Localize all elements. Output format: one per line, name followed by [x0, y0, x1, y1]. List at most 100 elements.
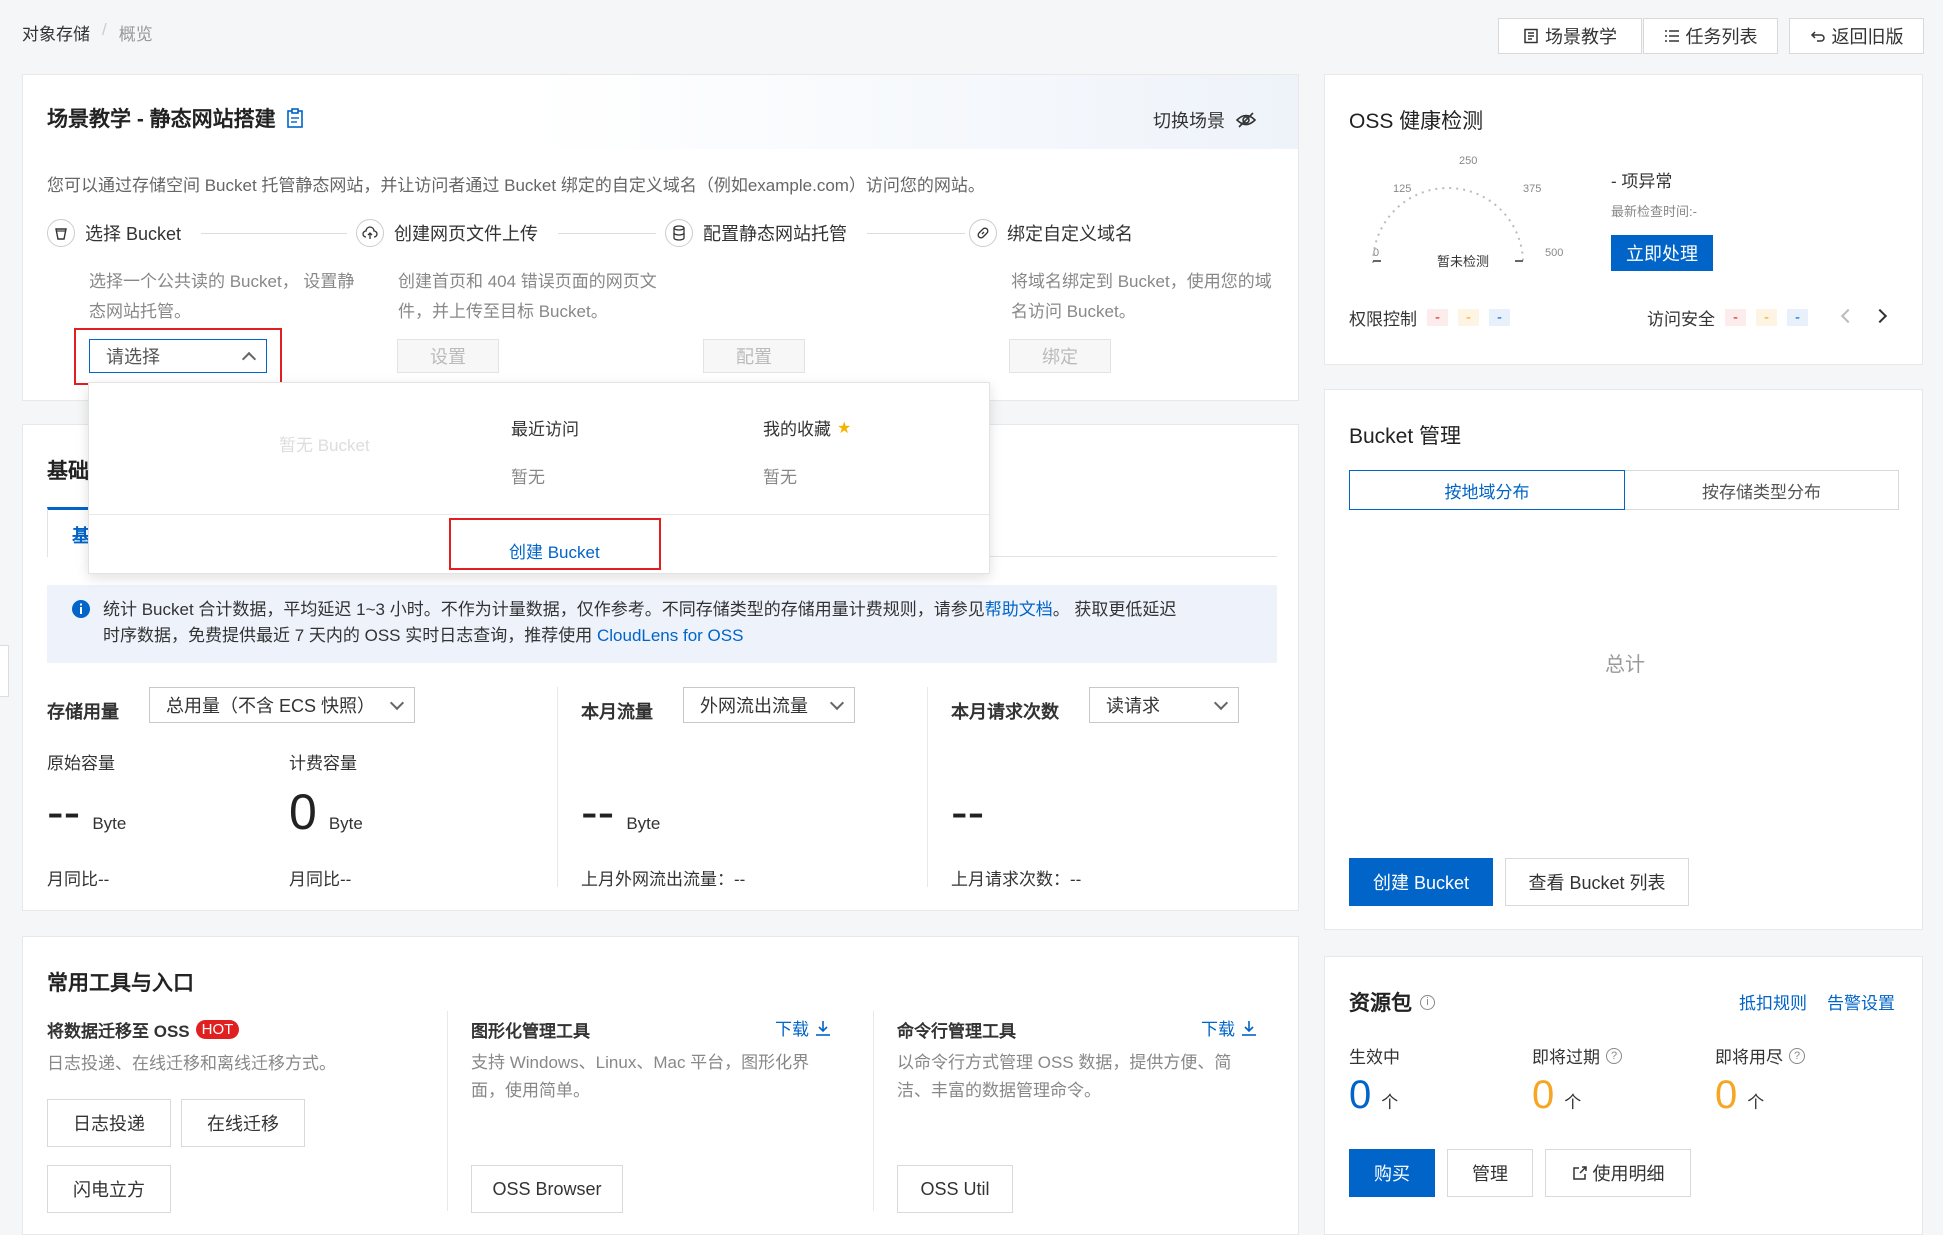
chevron-down-icon [829, 695, 845, 711]
step-2: 创建网页文件上传 创建首页和 404 错误页面的网页文件，并上传至目标 Buck… [356, 219, 657, 327]
help-icon[interactable]: ? [1606, 1047, 1622, 1064]
create-bucket-button[interactable]: 创建 Bucket [1349, 858, 1493, 906]
external-link-icon [1572, 1165, 1587, 1180]
step-4: 绑定自定义域名 将域名绑定到 Bucket，使用您的域名访问 Bucket。 [969, 219, 1289, 327]
abnormal-count: - 项异常 [1611, 172, 1673, 191]
view-bucket-list-button[interactable]: 查看 Bucket 列表 [1505, 858, 1689, 906]
tutorial-button[interactable]: 场景教学 [1498, 18, 1642, 54]
switch-scene-button[interactable]: 切换场景 [1153, 107, 1257, 133]
divider [447, 1011, 448, 1211]
tab-by-region-label: 按地域分布 [1444, 482, 1530, 502]
step-3-title: 配置静态网站托管 [703, 224, 847, 244]
chevron-down-icon [389, 695, 405, 711]
document-icon [1524, 28, 1538, 44]
dropdown-create-bucket-link[interactable]: 创建 Bucket [509, 538, 600, 563]
oss-browser-button[interactable]: OSS Browser [471, 1165, 623, 1213]
back-old-version-button[interactable]: 返回旧版 [1789, 18, 1924, 54]
exhausting-value: 0 个 [1715, 1073, 1764, 1118]
gui-download-link[interactable]: 下载 [775, 1015, 831, 1040]
prev-arrow-icon[interactable] [1840, 308, 1856, 324]
scene-description: 您可以通过存储空间 Bucket 托管静态网站，并让访问者通过 Bucket 绑… [47, 176, 985, 195]
cloudlens-link[interactable]: CloudLens for OSS [597, 626, 743, 645]
back-old-version-label: 返回旧版 [1831, 27, 1904, 47]
deduct-rules-link[interactable]: 抵扣规则 [1739, 989, 1807, 1014]
manage-label: 管理 [1472, 1164, 1508, 1184]
chevron-up-icon [241, 351, 257, 367]
eye-off-icon [1235, 112, 1257, 128]
fix-now-button[interactable]: 立即处理 [1611, 235, 1713, 271]
help-doc-link[interactable]: 帮助文档 [985, 600, 1053, 619]
download-icon [1242, 1020, 1256, 1036]
permission-label: 权限控制 [1349, 310, 1417, 329]
requests-select[interactable]: 读请求 [1089, 687, 1239, 723]
switch-scene-label: 切换场景 [1153, 111, 1225, 131]
step-4-desc: 将域名绑定到 Bucket，使用您的域名访问 Bucket。 [1011, 272, 1272, 321]
log-delivery-button[interactable]: 日志投递 [47, 1099, 171, 1147]
cli-desc-line1: 以命令行方式管理 OSS 数据，提供方便、简 [897, 1053, 1232, 1072]
traffic-unit: Byte [626, 814, 661, 833]
alert-settings-link[interactable]: 告警设置 [1827, 989, 1895, 1014]
divider [557, 687, 558, 887]
setup-button[interactable]: 设置 [397, 339, 499, 373]
configure-button[interactable]: 配置 [703, 339, 805, 373]
task-list-label: 任务列表 [1685, 27, 1758, 47]
help-icon[interactable]: ? [1789, 1047, 1805, 1064]
tab-by-storage-type[interactable]: 按存储类型分布 [1625, 470, 1899, 510]
step-2-title: 创建网页文件上传 [394, 224, 538, 244]
buy-label: 购买 [1374, 1164, 1410, 1184]
divider [873, 1011, 874, 1211]
gauge-tick-250: 250 [1459, 155, 1478, 167]
next-arrow-icon[interactable] [1872, 308, 1888, 324]
breadcrumb-current: 概览 [118, 25, 153, 44]
raw-capacity-number: -- [47, 784, 81, 840]
exhausting-number: 0 [1715, 1073, 1738, 1117]
health-title: OSS 健康检测 [1349, 110, 1484, 133]
info-circle-icon[interactable]: i [1420, 994, 1435, 1010]
tab-by-region[interactable]: 按地域分布 [1349, 470, 1625, 510]
fix-now-label: 立即处理 [1626, 244, 1698, 264]
oss-util-label: OSS Util [920, 1178, 990, 1199]
tools-title: 常用工具与入口 [47, 972, 194, 995]
oss-util-button[interactable]: OSS Util [897, 1165, 1013, 1213]
traffic-select[interactable]: 外网流出流量 [683, 687, 855, 723]
tools-card: 常用工具与入口 将数据迁移至 OSS HOT 日志投递、在线迁移和离线迁移方式。… [22, 936, 1299, 1235]
task-list-button[interactable]: 任务列表 [1643, 18, 1778, 54]
traffic-last-month: 上月外网流出流量：-- [581, 870, 746, 889]
configure-label: 配置 [736, 347, 772, 367]
cli-tool-desc: 以命令行方式管理 OSS 数据，提供方便、简 洁、丰富的数据管理命令。 [897, 1049, 1231, 1105]
list-icon [1664, 30, 1679, 42]
breadcrumb-root[interactable]: 对象存储 [22, 20, 90, 45]
lightning-cube-button[interactable]: 闪电立方 [47, 1165, 171, 1213]
traffic-label: 本月流量 [581, 702, 653, 722]
manage-button[interactable]: 管理 [1447, 1149, 1533, 1197]
step-divider [867, 232, 965, 234]
bucket-select[interactable]: 请选择 [89, 339, 267, 373]
resource-title: 资源包 i [1349, 987, 1435, 1017]
return-icon [1810, 31, 1825, 42]
online-migration-button[interactable]: 在线迁移 [181, 1099, 305, 1147]
setup-label: 设置 [430, 347, 466, 367]
storage-select-value: 总用量（不含 ECS 快照） [166, 696, 376, 716]
buy-button[interactable]: 购买 [1349, 1149, 1435, 1197]
gui-tool-desc: 支持 Windows、Linux、Mac 平台，图形化界 面，使用简单。 [471, 1049, 809, 1105]
permission-control: 权限控制 - - - [1349, 305, 1510, 330]
dropdown-empty: 暂无 Bucket [279, 436, 370, 455]
expiring-number: 0 [1532, 1073, 1555, 1117]
cli-download-link[interactable]: 下载 [1201, 1015, 1257, 1040]
link-icon [969, 219, 997, 247]
requests-last-month: 上月请求次数：-- [951, 870, 1082, 889]
bind-label: 绑定 [1042, 347, 1078, 367]
bind-button[interactable]: 绑定 [1009, 339, 1111, 373]
gauge-tick-0: 0 [1373, 247, 1380, 259]
chevron-down-icon [1213, 695, 1229, 711]
sidebar-toggle-handle[interactable] [0, 645, 9, 697]
requests-select-value: 读请求 [1106, 696, 1160, 716]
usage-detail-button[interactable]: 使用明细 [1545, 1149, 1691, 1197]
gui-download-label: 下载 [775, 1020, 809, 1039]
step-divider [558, 232, 656, 234]
gauge-tick-125: 125 [1393, 183, 1412, 195]
bucket-management-card: Bucket 管理 按地域分布 按存储类型分布 总计 创建 Bucket 查看 … [1324, 389, 1923, 930]
resource-package-card: 资源包 i 抵扣规则 告警设置 生效中 0 个 即将过期 ? 0 个 即将用尽 … [1324, 956, 1923, 1235]
storage-select[interactable]: 总用量（不含 ECS 快照） [149, 687, 415, 723]
clipboard-icon[interactable] [286, 108, 304, 128]
